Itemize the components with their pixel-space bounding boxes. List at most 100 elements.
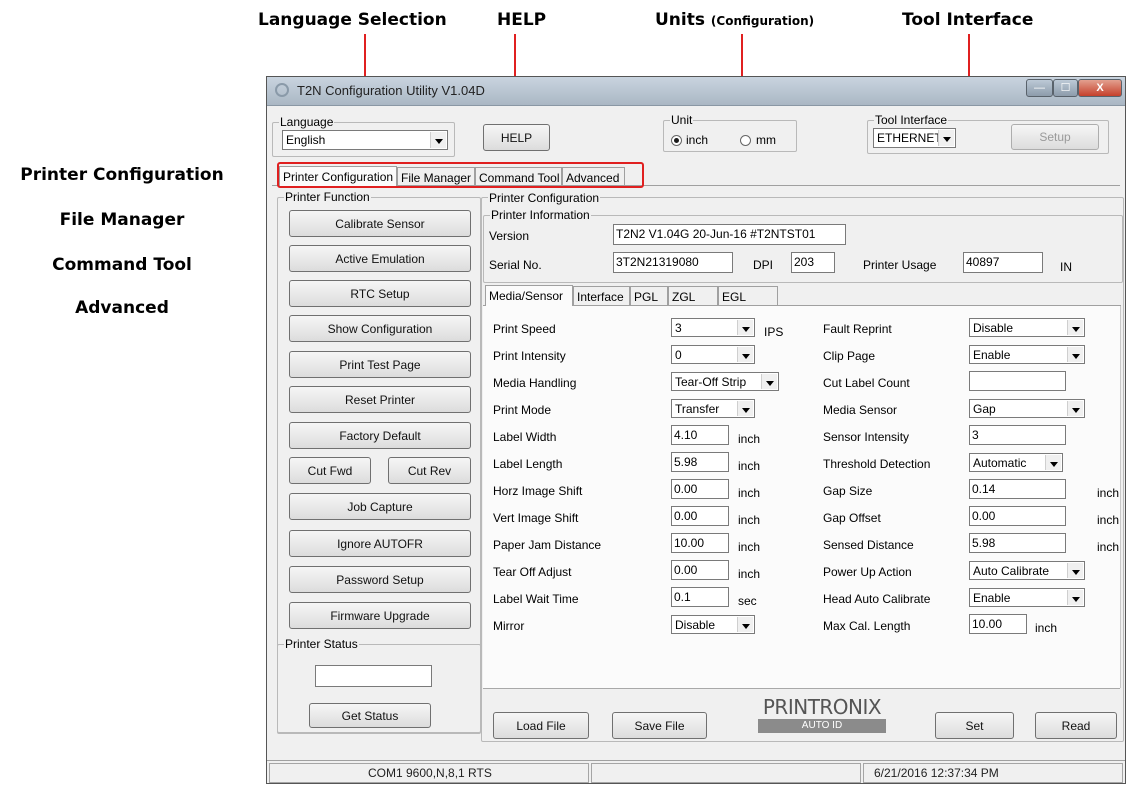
- media-sensor-label: Media Sensor: [823, 403, 898, 417]
- head-auto-calibrate-select[interactable]: Enable: [969, 588, 1085, 607]
- tear-off-adjust-unit: inch: [738, 567, 761, 581]
- minimize-button[interactable]: —: [1026, 79, 1053, 97]
- horz-image-shift-field[interactable]: 0.00: [671, 479, 729, 499]
- chevron-down-icon[interactable]: [761, 374, 777, 389]
- read-button[interactable]: Read: [1035, 712, 1117, 739]
- chevron-down-icon[interactable]: [737, 617, 753, 632]
- cut-rev-button[interactable]: Cut Rev: [388, 457, 471, 484]
- job-capture-button[interactable]: Job Capture: [289, 493, 471, 520]
- chevron-down-icon[interactable]: [1067, 590, 1083, 605]
- calibrate-sensor-button[interactable]: Calibrate Sensor: [289, 210, 471, 237]
- print-speed-select[interactable]: 3: [671, 318, 755, 337]
- power-up-action-select[interactable]: Auto Calibrate: [969, 561, 1085, 580]
- chevron-down-icon[interactable]: [737, 401, 753, 416]
- print-test-page-button[interactable]: Print Test Page: [289, 351, 471, 378]
- printer-function-label: Printer Function: [284, 190, 371, 204]
- chevron-down-icon[interactable]: [737, 347, 753, 362]
- sensed-distance-unit: inch: [1097, 540, 1120, 554]
- show-configuration-button[interactable]: Show Configuration: [289, 315, 471, 342]
- status-port: COM1 9600,N,8,1 RTS: [269, 763, 589, 783]
- label-length-unit: inch: [738, 459, 761, 473]
- dpi-label: DPI: [753, 258, 774, 272]
- label-width-field[interactable]: 4.10: [671, 425, 729, 445]
- password-setup-button[interactable]: Password Setup: [289, 566, 471, 593]
- factory-default-button[interactable]: Factory Default: [289, 422, 471, 449]
- tear-off-adjust-field[interactable]: 0.00: [671, 560, 729, 580]
- active-emulation-button[interactable]: Active Emulation: [289, 245, 471, 272]
- clip-page-select[interactable]: Enable: [969, 345, 1085, 364]
- label-length-field[interactable]: 5.98: [671, 452, 729, 472]
- power-up-action-value: Auto Calibrate: [973, 564, 1050, 578]
- help-button[interactable]: HELP: [483, 124, 550, 151]
- fault-reprint-select[interactable]: Disable: [969, 318, 1085, 337]
- print-speed-unit: IPS: [764, 325, 784, 339]
- threshold-detection-select[interactable]: Automatic: [969, 453, 1063, 472]
- vert-image-shift-label: Vert Image Shift: [493, 511, 579, 525]
- serial-label: Serial No.: [489, 258, 542, 272]
- unit-inch-radio[interactable]: [671, 135, 682, 146]
- tool-interface-select[interactable]: ETHERNET: [873, 128, 956, 148]
- annotation-language-selection: Language Selection: [258, 10, 447, 30]
- unit-mm-radio[interactable]: [740, 135, 751, 146]
- threshold-detection-label: Threshold Detection: [823, 457, 931, 471]
- printer-configuration-label: Printer Configuration: [488, 191, 601, 205]
- paper-jam-distance-unit: inch: [738, 540, 761, 554]
- language-select[interactable]: English: [282, 130, 448, 150]
- print-intensity-select[interactable]: 0: [671, 345, 755, 364]
- setup-button[interactable]: Setup: [1011, 124, 1099, 150]
- chevron-down-icon[interactable]: [1067, 563, 1083, 578]
- max-cal-length-field[interactable]: 10.00: [969, 614, 1027, 634]
- maximize-button[interactable]: ☐: [1053, 79, 1078, 97]
- save-file-button[interactable]: Save File: [612, 712, 707, 739]
- bottom-divider: [483, 688, 1120, 689]
- chevron-down-icon[interactable]: [737, 320, 753, 335]
- label-width-unit: inch: [738, 432, 761, 446]
- ignore-autofr-button[interactable]: Ignore AUTOFR: [289, 530, 471, 557]
- window-title: T2N Configuration Utility V1.04D: [297, 83, 485, 98]
- chevron-down-icon[interactable]: [1045, 455, 1061, 470]
- annotation-file-manager: File Manager: [59, 210, 185, 230]
- reset-printer-button[interactable]: Reset Printer: [289, 386, 471, 413]
- tab-egl[interactable]: EGL: [718, 286, 778, 306]
- print-mode-select[interactable]: Transfer: [671, 399, 755, 418]
- mirror-select[interactable]: Disable: [671, 615, 755, 634]
- tab-pgl[interactable]: PGL: [630, 286, 668, 306]
- app-gear-icon: [275, 83, 289, 97]
- media-sensor-select[interactable]: Gap: [969, 399, 1085, 418]
- annotation-units-label: Units: [655, 10, 705, 30]
- paper-jam-distance-label: Paper Jam Distance: [493, 538, 602, 552]
- chevron-down-icon[interactable]: [430, 132, 446, 148]
- firmware-upgrade-button[interactable]: Firmware Upgrade: [289, 602, 471, 629]
- printer-usage-label: Printer Usage: [863, 258, 937, 272]
- unit-inch-label: inch: [686, 133, 709, 147]
- tab-zgl[interactable]: ZGL: [668, 286, 718, 306]
- label-wait-time-field[interactable]: 0.1: [671, 587, 729, 607]
- chevron-down-icon[interactable]: [1067, 401, 1083, 416]
- set-button[interactable]: Set: [935, 712, 1014, 739]
- sensor-intensity-field[interactable]: 3: [969, 425, 1066, 445]
- close-button[interactable]: X: [1078, 79, 1122, 97]
- print-mode-label: Print Mode: [493, 403, 552, 417]
- tab-interface[interactable]: Interface: [573, 286, 630, 306]
- media-handling-select[interactable]: Tear-Off Strip: [671, 372, 779, 391]
- label-wait-time-unit: sec: [738, 594, 757, 608]
- language-group-label: Language: [279, 115, 335, 129]
- status-datetime: 6/21/2016 12:37:34 PM: [863, 763, 1123, 783]
- gap-size-field[interactable]: 0.14: [969, 479, 1066, 499]
- tab-media-sensor[interactable]: Media/Sensor: [485, 285, 573, 306]
- vert-image-shift-field[interactable]: 0.00: [671, 506, 729, 526]
- chevron-down-icon[interactable]: [1067, 320, 1083, 335]
- paper-jam-distance-field[interactable]: 10.00: [671, 533, 729, 553]
- chevron-down-icon[interactable]: [938, 130, 954, 146]
- chevron-down-icon[interactable]: [1067, 347, 1083, 362]
- cut-fwd-button[interactable]: Cut Fwd: [289, 457, 371, 484]
- get-status-button[interactable]: Get Status: [309, 703, 431, 728]
- sensed-distance-field[interactable]: 5.98: [969, 533, 1066, 553]
- load-file-button[interactable]: Load File: [493, 712, 589, 739]
- power-up-action-label: Power Up Action: [823, 565, 912, 579]
- cut-label-count-field[interactable]: [969, 371, 1066, 391]
- tool-interface-value: ETHERNET: [877, 131, 942, 145]
- rtc-setup-button[interactable]: RTC Setup: [289, 280, 471, 307]
- config-utility-window: T2N Configuration Utility V1.04D — ☐ X L…: [266, 76, 1126, 784]
- gap-offset-field[interactable]: 0.00: [969, 506, 1066, 526]
